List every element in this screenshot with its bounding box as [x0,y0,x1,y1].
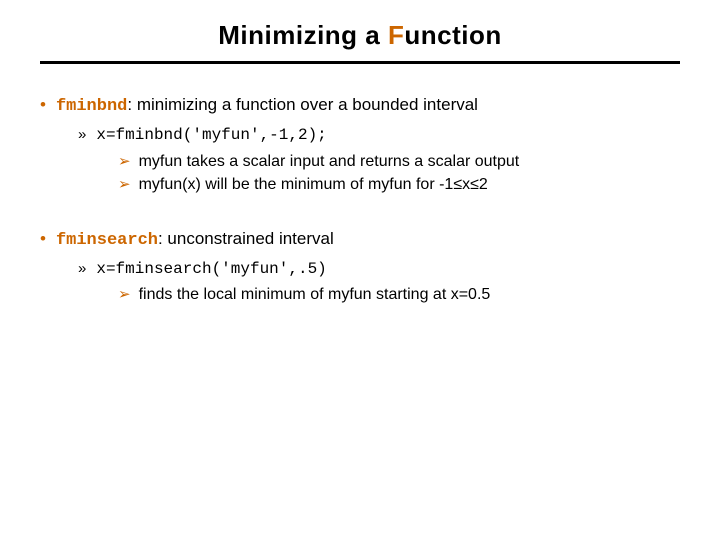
myfun-desc-1: myfun takes a scalar input and returns a… [139,151,520,173]
bullet-dot-icon: • [40,96,46,113]
bullet-fminsearch: • fminsearch: unconstrained interval [40,228,680,253]
slide-title: Minimizing a Function [40,20,680,64]
sub-sub-1: ➢ myfun takes a scalar input and returns… [118,151,680,173]
fminbnd-code: fminbnd [56,97,127,116]
title-pre: Minimizing a [218,20,388,50]
s2-mid: x [462,176,470,193]
bullet-fminbnd-text: fminbnd: minimizing a function over a bo… [56,94,478,119]
s2-le2: ≤ [470,176,479,193]
sub-bullet-fminsearch-code: » x=fminsearch('myfun',.5) [78,259,680,281]
fminbnd-rest: : minimizing a function over a bounded i… [127,95,478,114]
sub-sub-fminsearch: ➢ finds the local minimum of myfun start… [118,284,680,306]
fminsearch-desc: finds the local minimum of myfun startin… [139,284,491,306]
arrow-icon: ➢ [118,175,131,193]
fminbnd-example-code: x=fminbnd('myfun',-1,2); [96,125,326,147]
s2-post: 2 [479,176,488,193]
raquo-icon: » [78,260,86,277]
raquo-icon: » [78,126,86,143]
title-orange-letter: F [388,20,404,50]
s2-pre: myfun(x) will be the minimum of myfun fo… [139,176,454,193]
title-post: unction [404,20,501,50]
fminsearch-code: fminsearch [56,231,158,250]
bullet-dot-icon: • [40,230,46,247]
fminsearch-rest: : unconstrained interval [158,229,334,248]
sub-bullet-fminbnd-code: » x=fminbnd('myfun',-1,2); [78,125,680,147]
s2-le1: ≤ [453,176,462,193]
fminsearch-example-code: x=fminsearch('myfun',.5) [96,259,326,281]
slide: Minimizing a Function • fminbnd: minimiz… [0,0,720,306]
arrow-icon: ➢ [118,152,131,170]
arrow-icon: ➢ [118,285,131,303]
bullet-fminsearch-text: fminsearch: unconstrained interval [56,228,334,253]
myfun-desc-2: myfun(x) will be the minimum of myfun fo… [139,174,488,196]
spacer [40,198,680,228]
bullet-fminbnd: • fminbnd: minimizing a function over a … [40,94,680,119]
sub-sub-2: ➢ myfun(x) will be the minimum of myfun … [118,174,680,196]
